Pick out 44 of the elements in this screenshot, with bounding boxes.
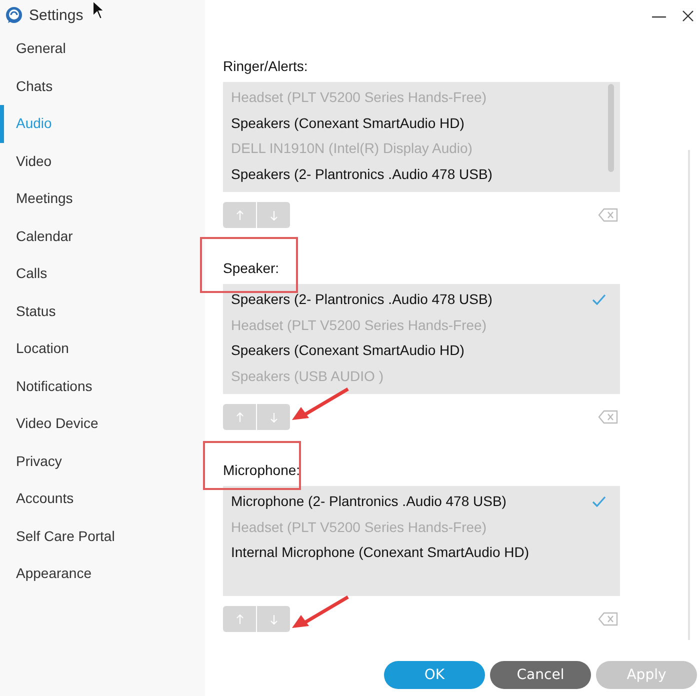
sidebar-item[interactable]: Accounts bbox=[0, 480, 205, 518]
down-arrow-icon bbox=[270, 614, 278, 624]
device-item[interactable]: Speakers (Conexant SmartAudio HD) bbox=[223, 338, 620, 364]
dialog-button[interactable]: Cancel bbox=[490, 661, 591, 689]
device-item[interactable]: Speakers (2- Plantronics .Audio 478 USB) bbox=[223, 287, 620, 313]
sidebar-item[interactable]: Location bbox=[0, 330, 205, 368]
up-arrow-icon bbox=[236, 614, 244, 624]
move-up-button[interactable] bbox=[223, 404, 256, 430]
move-up-button[interactable] bbox=[223, 202, 256, 228]
sidebar-item[interactable]: Status bbox=[0, 292, 205, 330]
minimize-icon[interactable] bbox=[652, 16, 666, 18]
device-item[interactable]: Speakers (2- Plantronics .Audio 478 USB) bbox=[223, 162, 620, 188]
device-item[interactable]: Internal Microphone (Conexant SmartAudio HD) bbox=[223, 540, 620, 566]
sidebar-item[interactable]: Video bbox=[0, 142, 205, 180]
sidebar-item[interactable]: General bbox=[0, 30, 205, 68]
move-up-button[interactable] bbox=[223, 606, 256, 632]
device-item[interactable]: Speakers (Conexant SmartAudio HD) bbox=[223, 110, 620, 136]
close-icon[interactable] bbox=[682, 10, 694, 22]
backspace-icon[interactable] bbox=[598, 612, 618, 626]
sidebar-item[interactable]: Calendar bbox=[0, 218, 205, 255]
up-arrow-icon bbox=[236, 412, 244, 422]
scrollbar-thumb[interactable] bbox=[608, 84, 614, 172]
down-arrow-icon bbox=[270, 412, 278, 422]
move-down-button[interactable] bbox=[257, 202, 290, 228]
up-arrow-icon bbox=[236, 210, 244, 220]
section-label: Ringer/Alerts: bbox=[223, 57, 309, 75]
sidebar-item[interactable]: Notifications bbox=[0, 368, 205, 405]
backspace-icon[interactable] bbox=[598, 208, 618, 222]
sidebar-item[interactable]: Video Device bbox=[0, 405, 205, 442]
sidebar-item[interactable]: Meetings bbox=[0, 180, 205, 218]
section-label: Speaker: bbox=[223, 259, 280, 277]
sidebar-item[interactable]: Calls bbox=[0, 255, 205, 292]
device-item[interactable]: Microphone (2- Plantronics .Audio 478 USB) bbox=[223, 489, 620, 515]
move-down-button[interactable] bbox=[257, 606, 290, 632]
sidebar-item[interactable]: Privacy bbox=[0, 442, 205, 480]
section-label: Microphone: bbox=[223, 461, 302, 479]
down-arrow-icon bbox=[270, 210, 278, 220]
backspace-icon[interactable] bbox=[598, 410, 618, 424]
move-down-button[interactable] bbox=[257, 404, 290, 430]
chat-bubble-icon bbox=[5, 6, 23, 24]
sidebar-item[interactable]: Chats bbox=[0, 68, 205, 105]
window-title: Settings bbox=[29, 6, 84, 24]
sidebar-item[interactable]: Appearance bbox=[0, 555, 205, 592]
sidebar-item[interactable]: Self Care Portal bbox=[0, 518, 205, 555]
